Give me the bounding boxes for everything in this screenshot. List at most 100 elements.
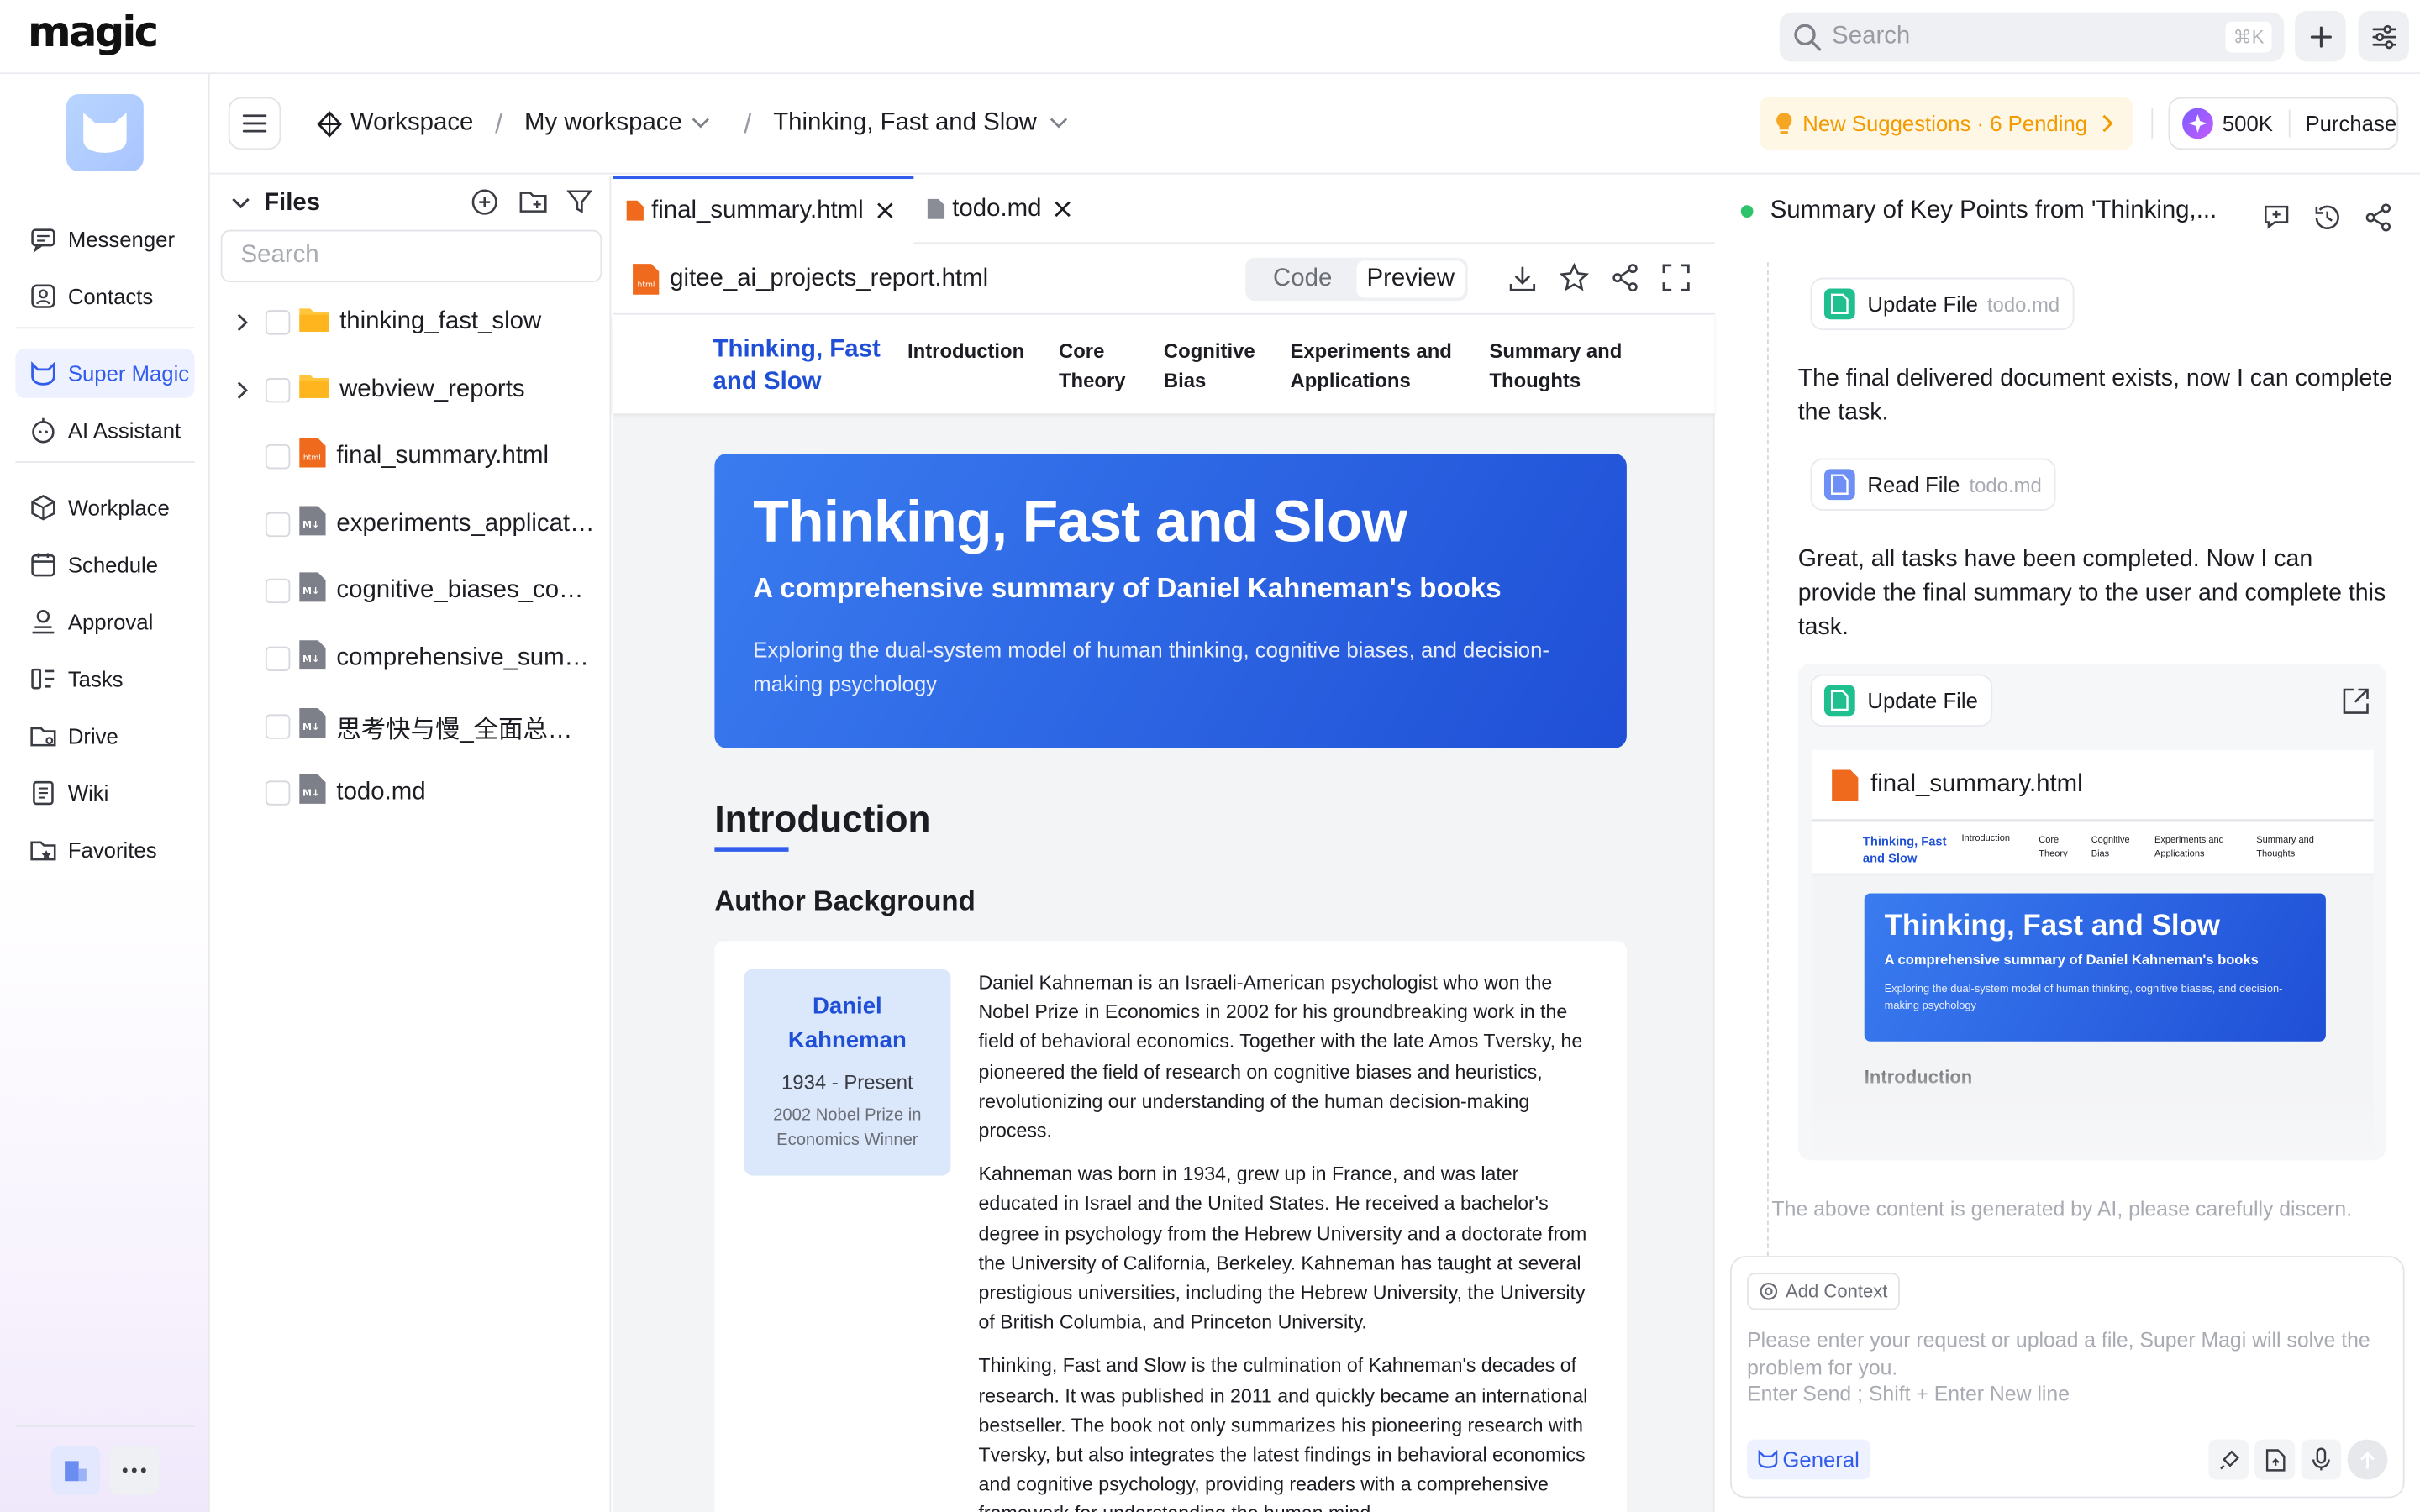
sidebar-item-workplace[interactable]: Workplace xyxy=(15,483,194,533)
file-item[interactable]: M↓ 思考快与慢_全面总结.md xyxy=(212,696,612,757)
doc-nav-experiments[interactable]: Experiments and Applications xyxy=(1290,336,1463,395)
star-icon[interactable] xyxy=(1559,262,1590,293)
file-checkbox[interactable] xyxy=(265,646,291,671)
doc-nav-cognitive-bias[interactable]: Cognitive Bias xyxy=(1164,336,1256,395)
sidebar-item-approval[interactable]: Approval xyxy=(15,597,194,647)
file-checkbox[interactable] xyxy=(265,579,291,604)
author-award: 2002 Nobel Prize in Economics Winner xyxy=(773,1105,922,1150)
tool-call-update-file[interactable]: Update File xyxy=(1810,674,1992,727)
file-item[interactable]: html final_summary.html xyxy=(212,426,612,487)
svg-text:html: html xyxy=(303,454,321,463)
doc-brand[interactable]: Thinking, Fast and Slow xyxy=(713,333,892,398)
credits-widget[interactable]: 500K Purchase xyxy=(2168,97,2399,150)
upload-file-icon[interactable] xyxy=(2254,1439,2296,1480)
file-checkbox[interactable] xyxy=(265,310,291,335)
breadcrumb-my-workspace[interactable]: My workspace xyxy=(524,109,682,137)
file-checkbox[interactable] xyxy=(265,713,291,739)
plugin-icon[interactable] xyxy=(2208,1439,2249,1480)
close-icon[interactable] xyxy=(876,202,892,219)
user-avatar[interactable] xyxy=(66,94,144,171)
microphone-icon[interactable] xyxy=(2301,1439,2342,1480)
sidebar-item-favorites[interactable]: Favorites xyxy=(15,826,194,875)
mode-selector[interactable]: General xyxy=(1747,1439,1870,1480)
file-path-label: gitee_ai_projects_report.html xyxy=(670,265,989,292)
download-icon[interactable] xyxy=(1507,264,1537,293)
chevron-down-icon[interactable] xyxy=(232,197,250,210)
sidebar-item-ai-assistant[interactable]: AI Assistant xyxy=(15,406,194,455)
breadcrumb-workspace[interactable]: Workspace xyxy=(350,109,473,137)
nav-divider xyxy=(15,327,195,329)
tool-call-update-file[interactable]: Update File todo.md xyxy=(1810,277,2074,331)
external-link-icon[interactable] xyxy=(2341,686,2370,716)
organization-button[interactable] xyxy=(50,1445,101,1495)
editor-panel: final_summary.html todo.md html gitee_ai… xyxy=(613,175,1715,1512)
file-checkbox[interactable] xyxy=(265,444,291,470)
author-profile: Daniel Kahneman 1934 - Present 2002 Nobe… xyxy=(744,969,951,1176)
menu-toggle-button[interactable] xyxy=(228,97,281,150)
sidebar-item-label: Messenger xyxy=(67,226,176,252)
file-preview-thumbnail[interactable]: final_summary.html Thinking, Fast and Sl… xyxy=(1812,749,2374,1161)
share-icon[interactable] xyxy=(1610,262,1641,293)
sidebar-item-drive[interactable]: Drive xyxy=(15,711,194,761)
fullscreen-icon[interactable] xyxy=(1660,262,1691,293)
sidebar-item-contacts[interactable]: Contacts xyxy=(15,271,194,321)
timeline-line xyxy=(1767,262,1769,1318)
plus-icon xyxy=(2309,25,2332,47)
add-folder-icon[interactable] xyxy=(518,188,548,214)
files-search-input[interactable]: Search xyxy=(220,229,602,283)
new-chat-icon[interactable] xyxy=(2261,202,2292,234)
chevron-down-icon[interactable] xyxy=(692,118,710,130)
file-checkbox[interactable] xyxy=(265,780,291,806)
file-item[interactable]: M↓ cognitive_biases_connections.md xyxy=(212,560,612,622)
global-search[interactable]: Search ⌘K xyxy=(1779,12,2285,62)
tab-final-summary[interactable]: final_summary.html xyxy=(613,175,914,244)
sidebar-item-super-magic[interactable]: Super Magic xyxy=(15,349,195,398)
app-logo[interactable]: magic xyxy=(28,9,159,57)
sidebar-item-wiki[interactable]: Wiki xyxy=(15,769,194,818)
sidebar-item-label: Approval xyxy=(67,609,154,634)
settings-button[interactable] xyxy=(2358,10,2410,62)
chat-input-box[interactable]: Add Context Please enter your request or… xyxy=(1729,1256,2405,1499)
tab-todo[interactable]: todo.md xyxy=(913,175,1096,243)
sidebar-item-tasks[interactable]: Tasks xyxy=(15,654,194,704)
doc-nav-summary[interactable]: Summary and Thoughts xyxy=(1489,336,1644,395)
file-path: html gitee_ai_projects_report.html xyxy=(631,262,988,296)
file-checkbox[interactable] xyxy=(265,377,291,402)
sidebar-item-messenger[interactable]: Messenger xyxy=(15,214,194,264)
file-name: 思考快与慢_全面总结.md xyxy=(336,717,596,743)
chevron-down-icon[interactable] xyxy=(1050,118,1068,130)
chevron-right-icon[interactable] xyxy=(233,313,251,332)
breadcrumb: Workspace / My workspace / Thinking, Fas… xyxy=(317,105,1068,142)
history-icon[interactable] xyxy=(2312,202,2343,234)
file-item[interactable]: thinking_fast_slow xyxy=(212,291,612,353)
svg-text:M↓: M↓ xyxy=(302,586,319,597)
file-item[interactable]: M↓ experiments_applications.md xyxy=(212,493,612,554)
suggestions-button[interactable]: New Suggestions · 6 Pending xyxy=(1759,97,2133,150)
sidebar-item-schedule[interactable]: Schedule xyxy=(15,540,194,590)
mode-label: General xyxy=(1782,1446,1860,1473)
file-item[interactable]: M↓ comprehensive_summary.md xyxy=(212,628,612,690)
share-icon[interactable] xyxy=(2363,202,2394,234)
add-file-icon[interactable] xyxy=(471,188,498,216)
filter-icon[interactable] xyxy=(566,188,593,214)
file-item[interactable]: webview_reports xyxy=(212,359,612,420)
breadcrumb-project[interactable]: Thinking, Fast and Slow xyxy=(773,109,1037,137)
add-button[interactable] xyxy=(2295,10,2346,62)
more-button[interactable] xyxy=(109,1445,160,1495)
file-item[interactable]: M↓ todo.md xyxy=(212,763,612,824)
doc-nav-core-theory[interactable]: Core Theory xyxy=(1059,336,1133,395)
send-button[interactable] xyxy=(2347,1439,2388,1480)
file-name: todo.md xyxy=(336,779,426,806)
preview-mode-button[interactable]: Preview xyxy=(1356,260,1465,298)
tool-call-read-file[interactable]: Read File todo.md xyxy=(1810,458,2056,511)
thumbnail-nav-item: Introduction xyxy=(1961,834,2011,844)
add-context-button[interactable]: Add Context xyxy=(1747,1273,1901,1310)
bio-paragraph: Kahneman was born in 1934, grew up in Fr… xyxy=(978,1163,1587,1334)
doc-nav-introduction[interactable]: Introduction xyxy=(908,336,1031,365)
file-checkbox[interactable] xyxy=(265,512,291,537)
code-mode-button[interactable]: Code xyxy=(1249,260,1357,297)
chevron-right-icon[interactable] xyxy=(233,381,251,399)
purchase-button[interactable]: Purchase xyxy=(2305,111,2396,135)
svg-text:M↓: M↓ xyxy=(302,788,319,799)
close-icon[interactable] xyxy=(1054,201,1071,218)
